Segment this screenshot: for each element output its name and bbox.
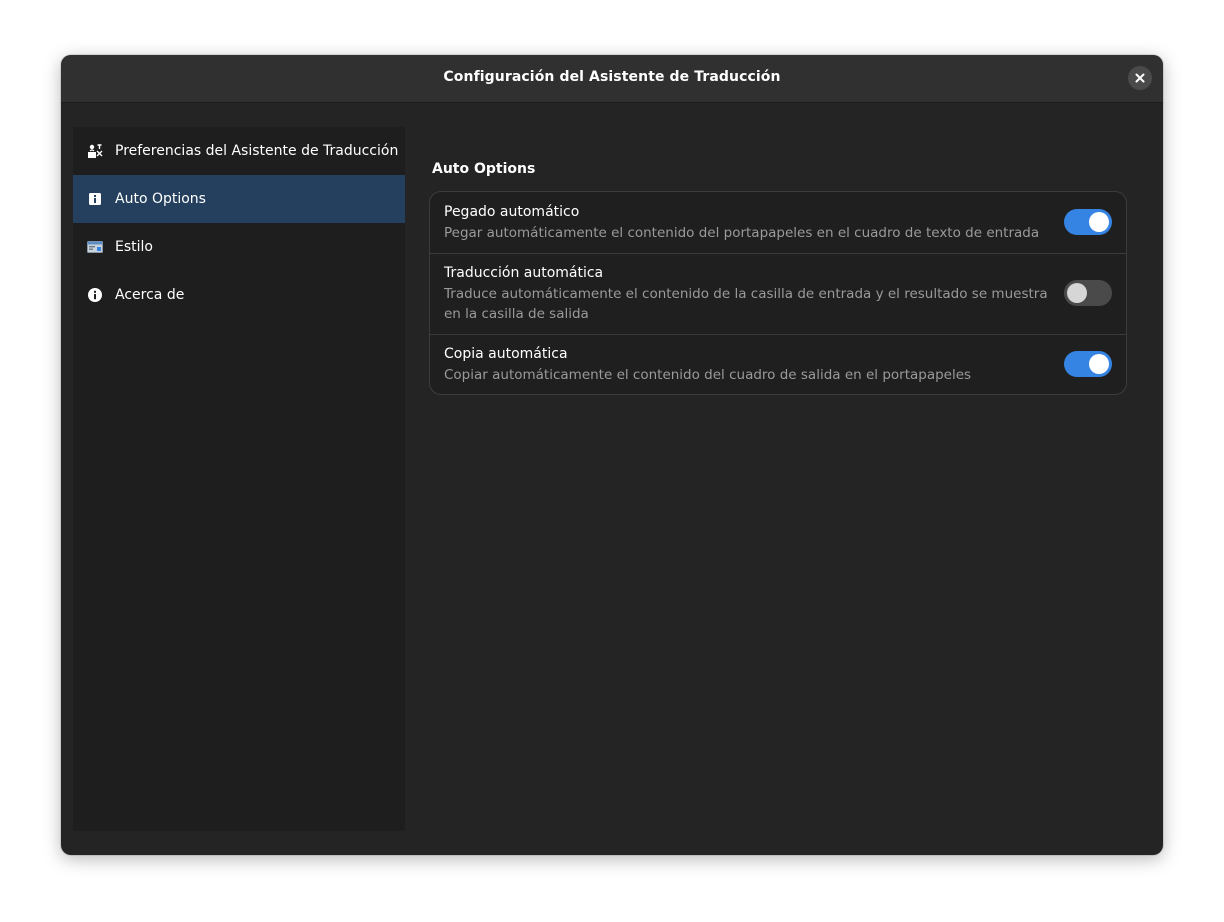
titlebar: Configuración del Asistente de Traducció… — [61, 55, 1163, 103]
sidebar-item-preferences[interactable]: Preferencias del Asistente de Traducción — [73, 127, 405, 175]
window-title: Configuración del Asistente de Traducció… — [443, 69, 781, 85]
sidebar-item-label: Auto Options — [115, 191, 206, 207]
section-title: Auto Options — [432, 161, 536, 177]
options-card: Pegado automático Pegar automáticamente … — [429, 191, 1127, 395]
option-title: Copia automática — [444, 346, 568, 362]
option-title: Pegado automático — [444, 204, 580, 220]
option-row-auto-copy: Copia automática Copiar automáticamente … — [430, 334, 1126, 394]
auto-copy-toggle[interactable] — [1064, 351, 1112, 377]
sidebar-item-auto-options[interactable]: Auto Options — [73, 175, 405, 223]
sidebar-item-label: Acerca de — [115, 287, 185, 303]
option-row-auto-paste: Pegado automático Pegar automáticamente … — [430, 192, 1126, 253]
option-description: Copiar automáticamente el contenido del … — [444, 367, 972, 383]
style-icon — [87, 239, 103, 255]
sidebar-item-about[interactable]: Acerca de — [73, 271, 405, 319]
preferences-icon — [87, 143, 103, 159]
info-square-icon — [87, 191, 103, 207]
toggle-knob — [1067, 283, 1087, 303]
sidebar-item-label: Estilo — [115, 239, 153, 255]
close-icon — [1135, 73, 1145, 83]
option-title: Traducción automática — [444, 265, 604, 281]
close-button[interactable] — [1128, 66, 1152, 90]
auto-translate-toggle[interactable] — [1064, 280, 1112, 306]
option-description: Pegar automáticamente el contenido del p… — [444, 225, 1040, 241]
toggle-knob — [1089, 212, 1109, 232]
info-circle-icon — [87, 287, 103, 303]
settings-window: Configuración del Asistente de Traducció… — [61, 55, 1163, 855]
sidebar-item-style[interactable]: Estilo — [73, 223, 405, 271]
sidebar: Preferencias del Asistente de Traducción… — [73, 127, 405, 831]
sidebar-item-label: Preferencias del Asistente de Traducción — [115, 143, 399, 159]
toggle-knob — [1089, 354, 1109, 374]
option-row-auto-translate: Traducción automática Traduce automática… — [430, 253, 1126, 334]
option-description: Traduce automáticamente el contenido de … — [444, 286, 1048, 322]
auto-paste-toggle[interactable] — [1064, 209, 1112, 235]
